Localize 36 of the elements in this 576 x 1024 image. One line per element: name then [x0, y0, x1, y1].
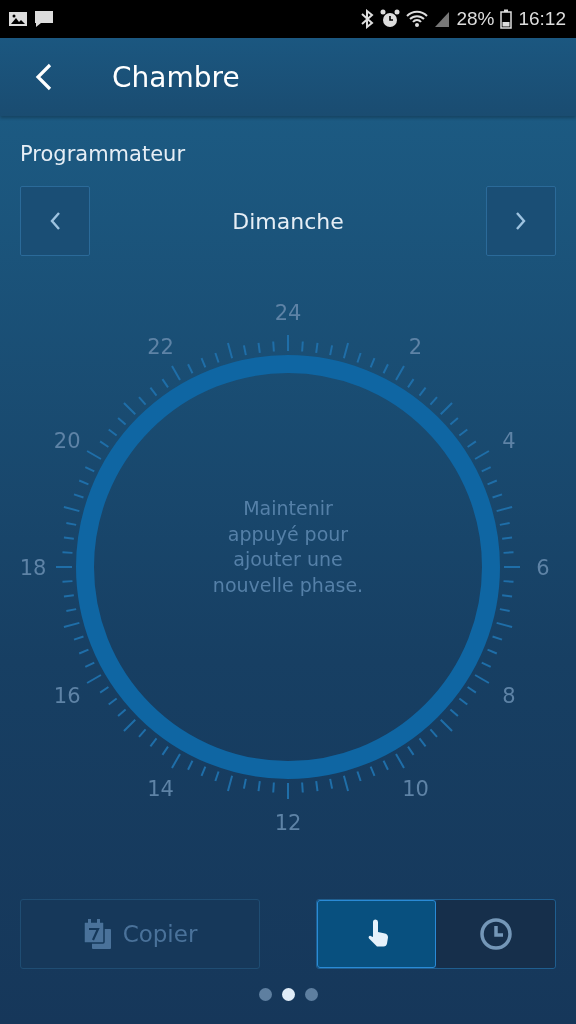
hour-label: 6: [536, 556, 550, 580]
hour-label: 8: [502, 683, 516, 708]
chevron-right-icon: [515, 211, 527, 231]
alarm-icon: [380, 9, 401, 29]
clock-time: 16:12: [518, 8, 566, 30]
wifi-icon: [406, 10, 429, 28]
message-icon: [34, 10, 54, 28]
hour-label: 14: [147, 776, 174, 801]
image-icon: [8, 11, 28, 27]
hour-label: 18: [19, 556, 47, 580]
touch-mode-button[interactable]: [317, 900, 436, 968]
next-day-button[interactable]: [486, 186, 556, 256]
clock-mode-button[interactable]: [436, 900, 555, 968]
day-label: Dimanche: [232, 208, 344, 234]
bluetooth-icon: [360, 9, 375, 29]
signal-icon: [434, 10, 451, 28]
battery-percent: 28%: [456, 8, 495, 30]
hour-label: 4: [502, 428, 516, 453]
calendar-copy-icon: [82, 918, 113, 950]
hour-label: 24: [274, 301, 302, 325]
hour-label: 2: [408, 335, 423, 360]
section-title: Programmateur: [20, 142, 187, 166]
clock-icon: [478, 917, 513, 951]
page-dot[interactable]: [281, 988, 295, 1001]
hour-label: 16: [53, 683, 81, 708]
chevron-left-icon: [49, 211, 61, 231]
battery-icon: [500, 9, 513, 29]
hour-label: 20: [53, 428, 81, 453]
hour-label: 10: [402, 776, 429, 801]
previous-day-button[interactable]: [20, 186, 90, 256]
page-dot[interactable]: [258, 988, 272, 1001]
page-title: Chambre: [112, 60, 240, 94]
page-dot[interactable]: [304, 988, 318, 1001]
hour-label: 12: [274, 811, 302, 835]
hint-text: Maintenir appuyé pour ajouter une nouvelle phase.: [211, 496, 365, 598]
hour-label: 22: [147, 335, 174, 360]
